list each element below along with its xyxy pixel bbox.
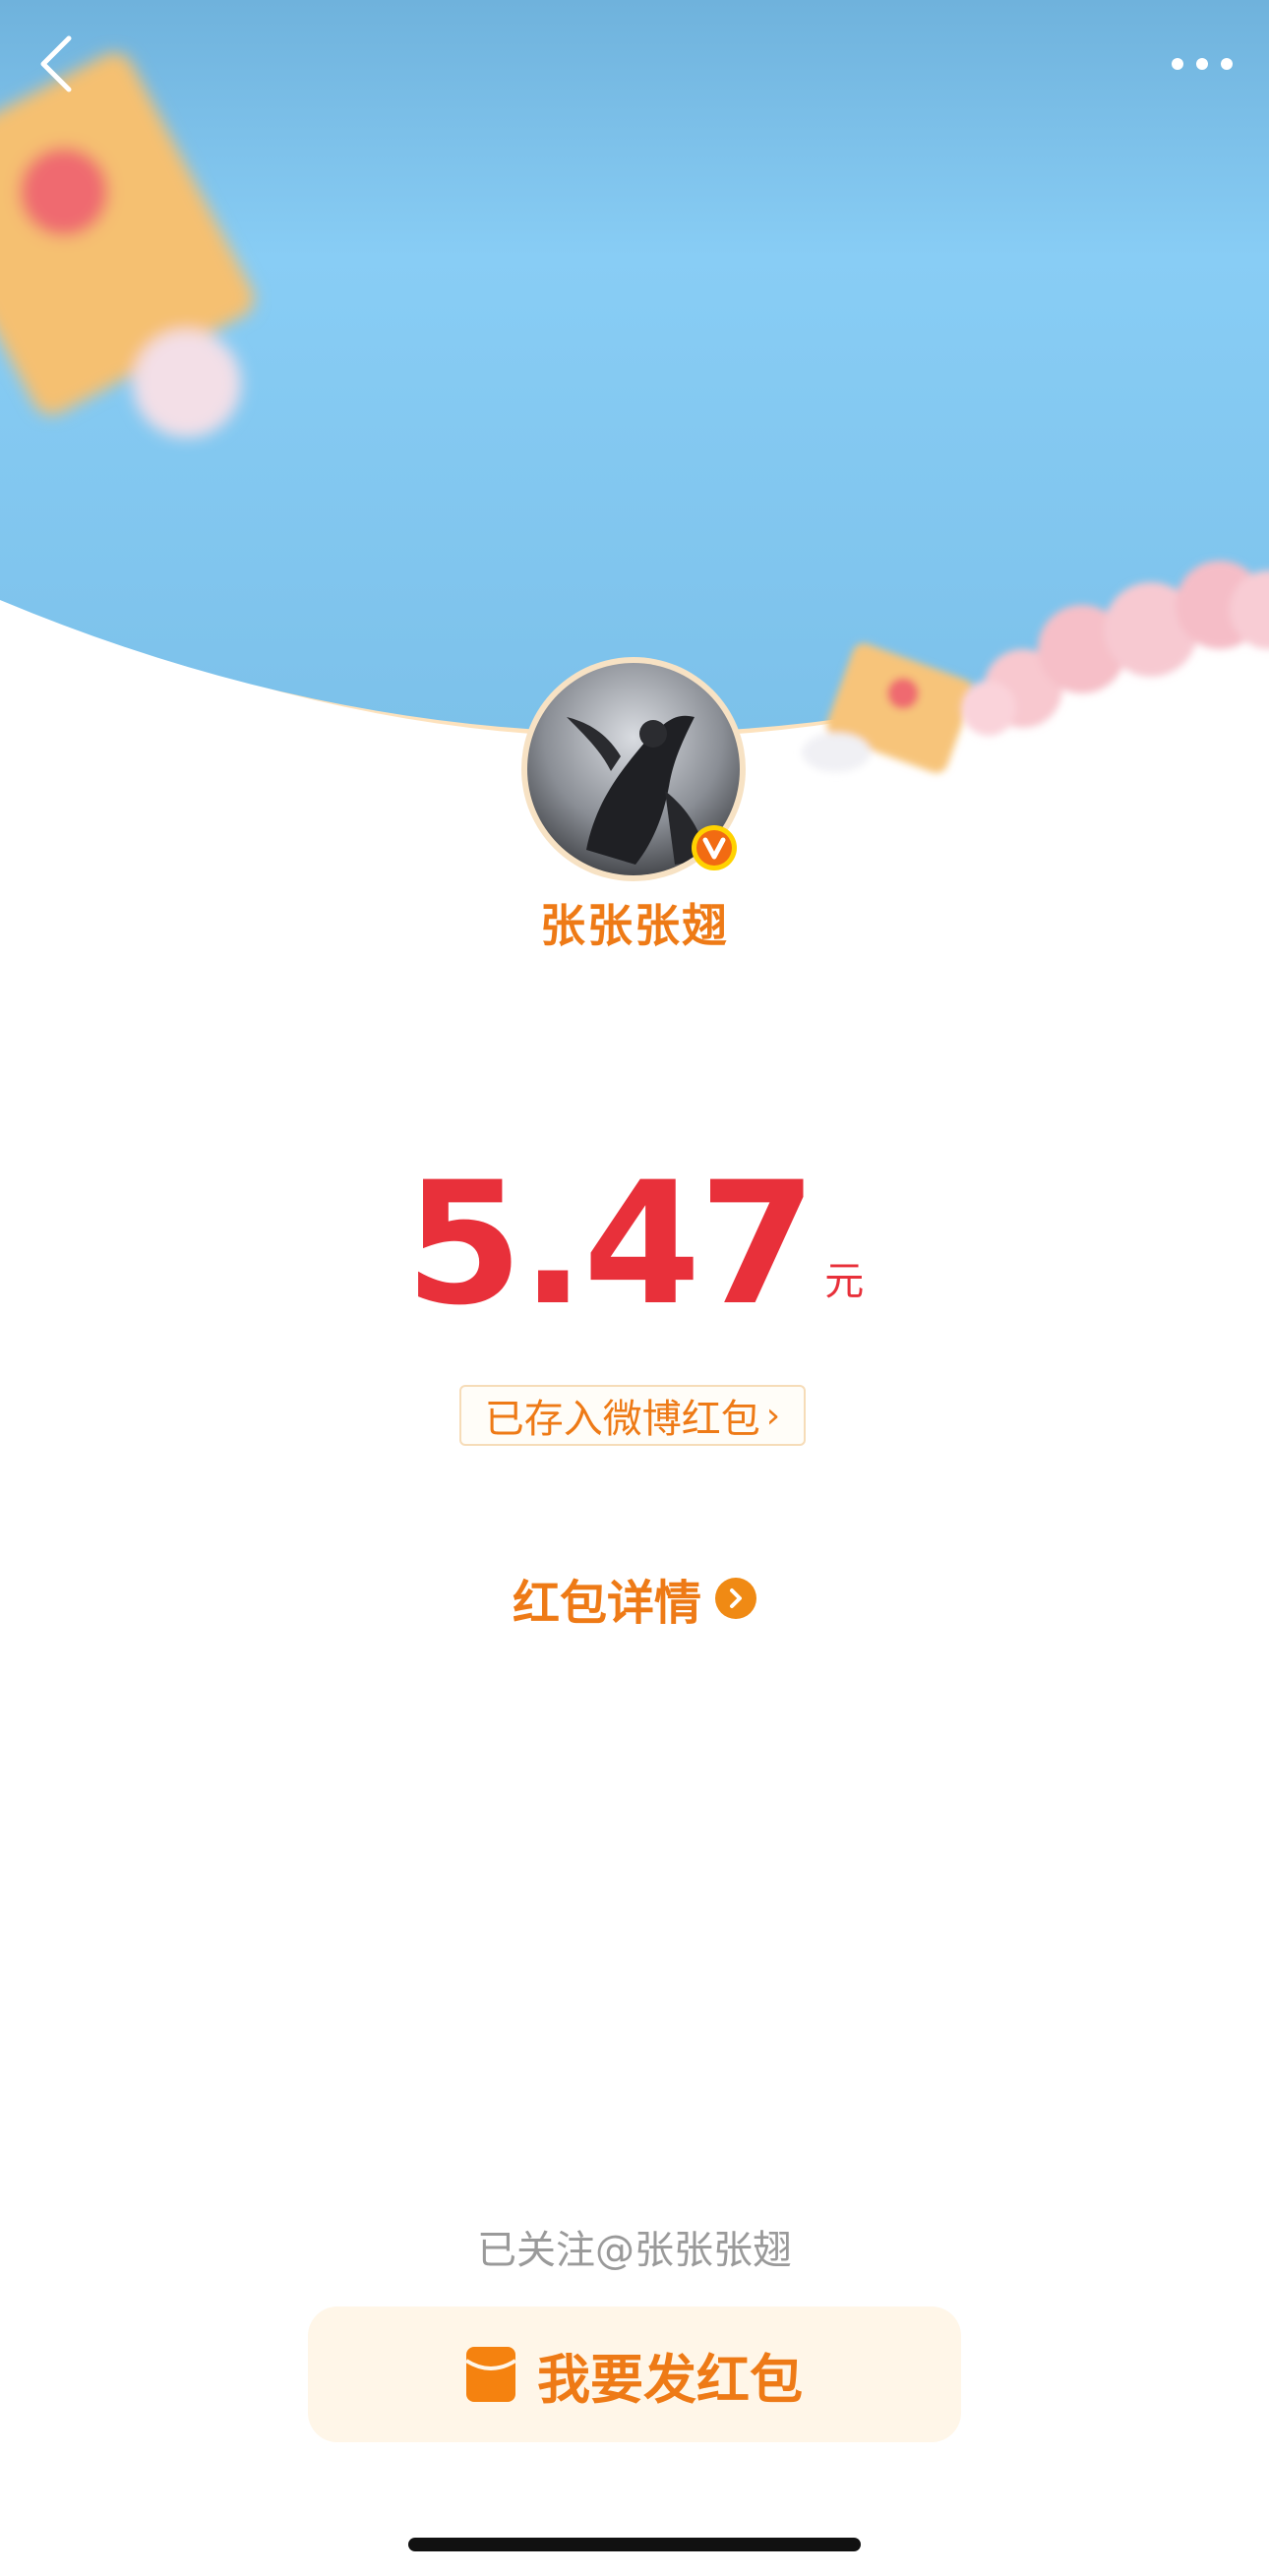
followed-status: 已关注@张张张翅 [477, 2228, 792, 2273]
chevron-right-icon: › [765, 1395, 781, 1436]
more-dots-icon [1172, 58, 1233, 70]
saved-to-wallet-tag[interactable]: 已存入微博红包 › [459, 1385, 806, 1446]
amount-unit: 元 [824, 1259, 865, 1304]
arrow-circle-right-icon [715, 1578, 756, 1619]
amount-value: 5.47 [404, 1145, 816, 1343]
details-label: 红包详情 [512, 1576, 701, 1631]
send-button-label: 我要发红包 [537, 2348, 803, 2411]
sender-name[interactable]: 张张张翅 [0, 890, 1269, 955]
home-indicator[interactable] [408, 2538, 861, 2551]
back-button[interactable] [28, 30, 87, 98]
amount-display: 5.47 元 [0, 1145, 1269, 1343]
envelope-details-link[interactable]: 红包详情 [0, 1564, 1269, 1633]
send-red-envelope-button[interactable]: 我要发红包 [308, 2306, 961, 2442]
verified-v-badge-icon [691, 824, 738, 871]
red-envelope-icon [466, 2347, 515, 2402]
more-options-button[interactable] [1163, 39, 1241, 89]
chevron-left-icon [40, 35, 72, 92]
saved-tag-label: 已存入微博红包 [484, 1397, 760, 1442]
